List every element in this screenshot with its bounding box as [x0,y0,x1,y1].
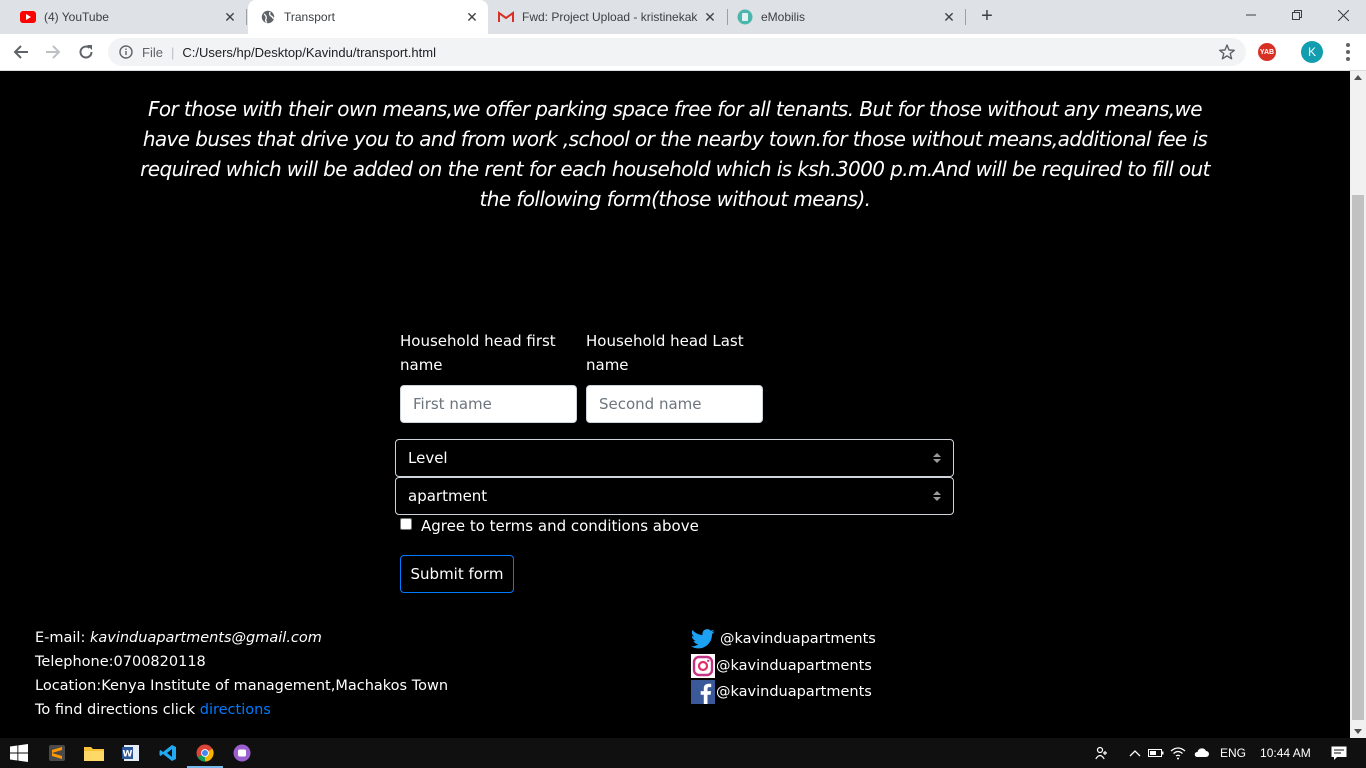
agree-checkbox[interactable] [400,518,412,530]
file-explorer-icon[interactable] [82,741,106,765]
minimize-button[interactable] [1228,0,1274,30]
clock[interactable]: 10:44 AM [1260,746,1311,760]
page-content: For those with their own means,we offer … [0,71,1350,738]
close-window-button[interactable] [1320,0,1366,30]
restore-button[interactable] [1274,0,1320,30]
close-icon[interactable]: ✕ [464,9,480,25]
url-text[interactable]: C:/Users/hp/Desktop/Kavindu/transport.ht… [182,45,436,60]
chrome-icon[interactable] [187,741,223,768]
instagram-handle: @kavinduapartments [716,657,872,674]
social-links: @kavinduapartments @kavinduapartments @k… [690,626,876,706]
new-tab-button[interactable]: + [976,6,998,28]
facebook-handle: @kavinduapartments [716,684,872,701]
first-name-label: Household head first name [400,332,556,374]
agree-row: Agree to terms and conditions above [400,517,699,535]
close-icon[interactable]: ✕ [702,9,718,25]
sublime-text-icon[interactable] [45,741,69,765]
select-caret-icon [933,451,941,465]
select-caret-icon [933,489,941,503]
facebook-icon [690,680,715,705]
tab-gmail[interactable]: Fwd: Project Upload - kristinekak ✕ [490,0,726,34]
emobilis-icon [737,9,753,25]
system-tray: ENG 10:44 AM [1094,738,1349,768]
reload-button[interactable] [74,40,98,64]
gmail-icon [498,9,514,25]
tab-title: (4) YouTube [44,10,109,24]
tab-separator [246,9,247,25]
directions-line: To find directions click directions [35,698,448,722]
scheme-label: File [142,44,163,60]
wifi-icon[interactable] [1170,746,1186,760]
level-select[interactable]: Level [395,439,954,477]
email-address: kavinduapartments@gmail.com [89,630,322,646]
tab-strip: (4) YouTube ✕ Transport ✕ Fwd: Project U… [0,0,1366,34]
scroll-up-icon[interactable] [1354,75,1362,80]
info-icon[interactable] [118,44,134,60]
people-icon[interactable] [1094,746,1110,760]
twitter-icon [690,627,715,652]
level-select-value: Level [408,449,448,467]
youtube-icon [20,9,36,25]
facebook-link[interactable]: @kavinduapartments [690,679,876,706]
forward-button[interactable] [41,40,65,64]
vscode-icon[interactable] [156,741,180,765]
tab-youtube[interactable]: (4) YouTube ✕ [12,0,246,34]
scroll-thumb[interactable] [1352,195,1364,720]
tab-transport[interactable]: Transport ✕ [248,0,488,34]
email-label: E-mail: [35,630,86,646]
svg-text:W: W [123,750,133,760]
tab-title: Fwd: Project Upload - kristinekak [522,10,698,24]
profile-avatar[interactable]: K [1301,41,1323,63]
back-button[interactable] [9,40,33,64]
intro-paragraph: For those with their own means,we offer … [140,97,1210,211]
notification-icon[interactable] [1329,746,1349,761]
close-icon[interactable]: ✕ [941,9,957,25]
instagram-icon [690,653,715,678]
tab-separator [727,9,728,25]
first-name-input[interactable] [400,385,577,423]
submit-button[interactable]: Submit form [400,555,514,593]
scroll-down-icon[interactable] [1354,729,1362,734]
directions-prefix: To find directions click [35,702,196,718]
apartment-select[interactable]: apartment [395,477,954,515]
word-icon[interactable]: W [119,741,143,765]
instagram-link[interactable]: @kavinduapartments [690,653,876,680]
address-bar[interactable]: File | C:/Users/hp/Desktop/Kavindu/trans… [108,38,1246,66]
windows-taskbar: W ENG 10:44 AM [0,738,1366,768]
tab-title: Transport [284,10,335,24]
twitter-handle: @kavinduapartments [720,631,876,648]
bookmark-star-icon[interactable] [1218,43,1236,61]
last-name-input[interactable] [586,385,763,423]
teams-icon[interactable] [230,741,254,765]
tab-title: eMobilis [761,10,806,24]
windows-start-icon[interactable] [7,741,31,765]
location-line: Location:Kenya Institute of management,M… [35,678,449,694]
agree-label[interactable]: Agree to terms and conditions above [421,517,699,535]
page-scrollbar[interactable] [1350,71,1366,738]
tab-separator [965,9,966,25]
twitter-link[interactable]: @kavinduapartments [690,626,876,653]
tab-emobilis[interactable]: eMobilis ✕ [729,0,965,34]
email-line: E-mail: kavinduapartments@gmail.com [35,626,448,650]
address-divider: | [170,44,175,60]
language-indicator[interactable]: ENG [1220,746,1246,760]
contact-info: E-mail: kavinduapartments@gmail.com Tele… [35,626,448,722]
close-icon[interactable]: ✕ [222,9,238,25]
chevron-up-icon[interactable] [1124,749,1146,757]
onedrive-icon[interactable] [1192,748,1210,758]
browser-menu-icon[interactable] [1338,42,1358,62]
battery-icon[interactable] [1148,748,1164,758]
globe-icon [260,9,276,25]
extension-icon[interactable]: YAB [1258,43,1276,61]
apartment-select-value: apartment [408,487,488,505]
telephone-line: Telephone:0700820118 [35,654,206,670]
last-name-label: Household head Last name [586,332,744,374]
directions-link[interactable]: directions [200,702,271,718]
browser-toolbar: File | C:/Users/hp/Desktop/Kavindu/trans… [0,34,1366,71]
